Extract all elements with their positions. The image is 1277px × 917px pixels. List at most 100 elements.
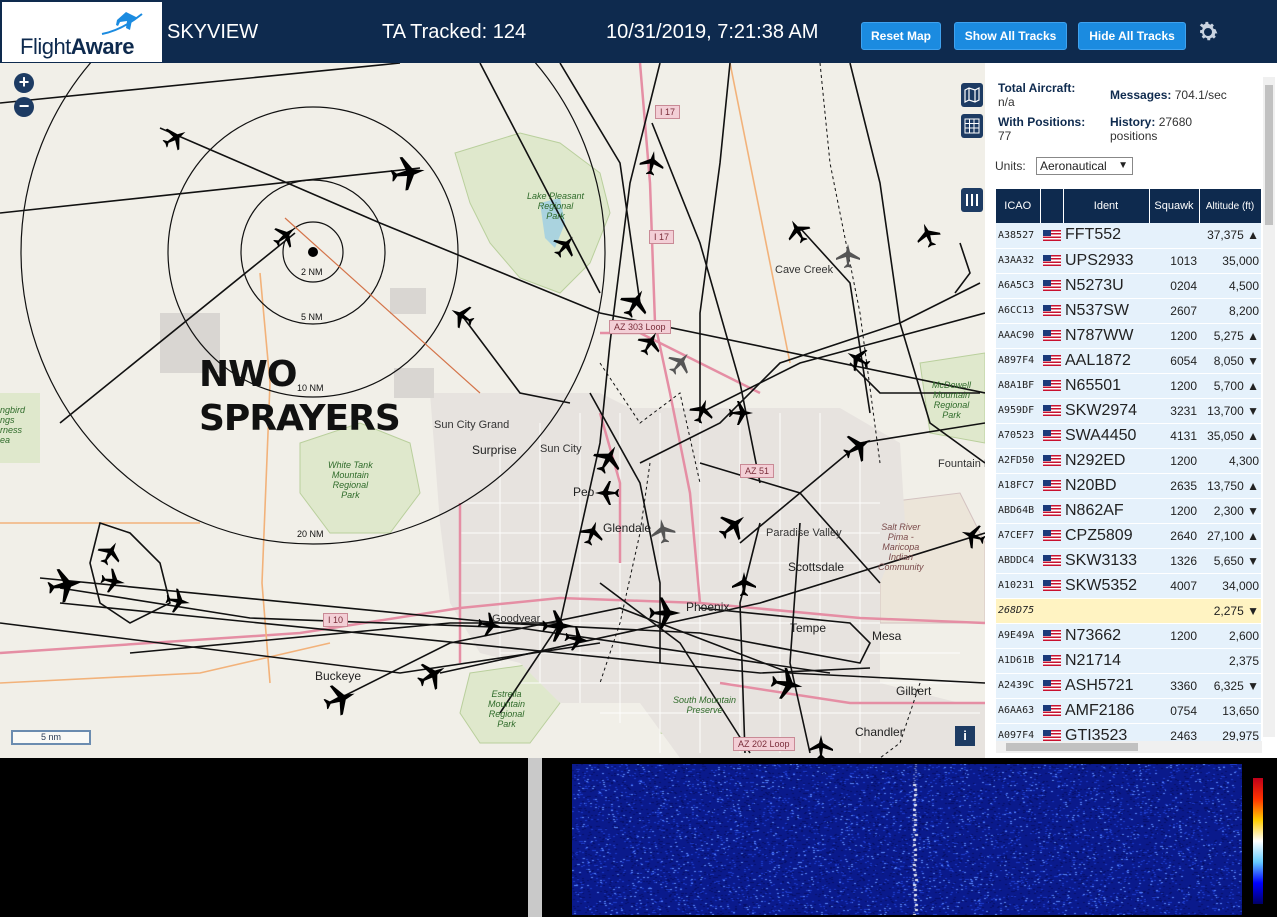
table-row[interactable]: A9E49A N73662 1200 2,600: [996, 623, 1261, 649]
aircraft-marker[interactable]: [588, 439, 628, 479]
table-horizontal-scrollbar[interactable]: [996, 741, 1262, 753]
table-row[interactable]: A2439C ASH5721 3360 6,325 ▼: [996, 673, 1261, 699]
table-row[interactable]: A1D61B N21714 2,375: [996, 648, 1261, 674]
aircraft-marker[interactable]: [836, 244, 860, 268]
row-icao: A6A5C3: [996, 273, 1040, 299]
row-icao: A8A1BF: [996, 373, 1040, 399]
columns-toggle-icon[interactable]: [961, 188, 983, 212]
units-select[interactable]: Aeronautical ▼: [1036, 157, 1133, 175]
flightaware-logo[interactable]: FlightAware: [2, 2, 162, 62]
aircraft-marker[interactable]: [320, 679, 360, 719]
aircraft-marker[interactable]: [576, 517, 608, 549]
aircraft-marker[interactable]: [563, 625, 591, 653]
col-header-icao[interactable]: ICAO: [996, 189, 1041, 223]
row-icao: A38527: [996, 223, 1040, 249]
table-row[interactable]: A6A5C3 N5273U 0204 4,500: [996, 273, 1261, 299]
gear-icon[interactable]: [1196, 20, 1220, 44]
aircraft-marker[interactable]: [686, 395, 718, 427]
aircraft-marker[interactable]: [412, 655, 452, 695]
scrollbar-thumb[interactable]: [1006, 743, 1138, 751]
row-ident: N5273U: [1063, 273, 1149, 299]
col-header-squawk[interactable]: Squawk: [1149, 189, 1200, 223]
table-row[interactable]: ABDDC4 SKW3133 1326 5,650 ▼: [996, 548, 1261, 574]
bottom-left-panel: [0, 758, 528, 917]
aircraft-marker[interactable]: [712, 505, 754, 547]
row-altitude: 35,000: [1199, 248, 1261, 274]
aircraft-marker[interactable]: [268, 219, 302, 253]
show-all-tracks-button[interactable]: Show All Tracks: [954, 22, 1067, 50]
zoom-in-button[interactable]: +: [14, 73, 34, 93]
us-flag-icon: [1042, 405, 1061, 417]
us-flag-icon: [1042, 580, 1061, 592]
hide-all-tracks-button[interactable]: Hide All Tracks: [1078, 22, 1186, 50]
reset-map-button[interactable]: Reset Map: [861, 22, 941, 50]
col-header-ident[interactable]: Ident: [1063, 189, 1150, 223]
aircraft-marker[interactable]: [158, 121, 192, 155]
waterfall-colorbar: [1253, 778, 1263, 904]
aircraft-marker[interactable]: [912, 219, 944, 251]
table-row[interactable]: A10231 SKW5352 4007 34,000: [996, 573, 1261, 599]
row-flag: [1040, 598, 1063, 624]
row-flag: [1040, 398, 1063, 424]
aircraft-marker[interactable]: [633, 326, 667, 360]
table-row[interactable]: A18FC7 N20BD 2635 13,750 ▲: [996, 473, 1261, 499]
aircraft-marker[interactable]: [768, 665, 806, 703]
us-flag-icon: [1042, 355, 1061, 367]
aircraft-marker[interactable]: [445, 299, 479, 333]
grid-toggle-icon[interactable]: [961, 114, 983, 138]
aircraft-marker[interactable]: [476, 611, 504, 639]
aircraft-marker[interactable]: [781, 214, 815, 248]
datetime-clock: 10/31/2019, 7:21:38 AM: [606, 21, 819, 43]
panel-divider[interactable]: [528, 758, 542, 917]
top-header: FlightAware SKYVIEW TA Tracked: 124 10/3…: [0, 0, 1277, 63]
table-row[interactable]: A6AA63 AMF2186 0754 13,650: [996, 698, 1261, 724]
zoom-out-button[interactable]: −: [14, 97, 34, 117]
table-row[interactable]: A38527 FFT552 37,375 ▲: [996, 223, 1261, 249]
panel-vertical-scrollbar[interactable]: [1263, 77, 1275, 737]
table-row[interactable]: AAAC90 N787WW 1200 5,275 ▲: [996, 323, 1261, 349]
info-icon[interactable]: i: [955, 726, 975, 746]
table-row[interactable]: A70523 SWA4450 4131 35,050 ▲: [996, 423, 1261, 449]
table-row[interactable]: A8A1BF N65501 1200 5,700 ▲: [996, 373, 1261, 399]
table-row[interactable]: 268D75 2,275 ▼: [996, 598, 1261, 624]
aircraft-marker[interactable]: [663, 346, 697, 380]
table-row[interactable]: A2FD50 N292ED 1200 4,300: [996, 448, 1261, 474]
aircraft-marker[interactable]: [729, 401, 753, 425]
basemap-toggle-icon[interactable]: [961, 83, 983, 107]
col-header-altitude[interactable]: Altitude (ft): [1199, 189, 1262, 223]
aircraft-marker[interactable]: [809, 735, 833, 758]
row-squawk: 4007: [1149, 573, 1199, 599]
tracked-count: TA Tracked: 124: [382, 21, 527, 43]
row-icao: A959DF: [996, 398, 1040, 424]
table-row[interactable]: A6CC13 N537SW 2607 8,200: [996, 298, 1261, 324]
col-header-flag[interactable]: [1040, 189, 1064, 223]
table-row[interactable]: A097F4 GTI3523 2463 29,975: [996, 723, 1261, 741]
row-ident: GTI3523: [1063, 723, 1149, 741]
scrollbar-thumb[interactable]: [1265, 85, 1273, 225]
aircraft-marker[interactable]: [615, 283, 655, 323]
aircraft-marker[interactable]: [638, 149, 666, 177]
aircraft-marker[interactable]: [732, 572, 756, 596]
map-view[interactable]: Cave Creek Sun City Grand Surprise Sun C…: [0, 63, 985, 758]
aircraft-marker[interactable]: [649, 597, 681, 629]
aircraft-marker[interactable]: [93, 536, 127, 570]
aircraft-marker[interactable]: [164, 587, 192, 615]
aircraft-marker[interactable]: [838, 427, 878, 467]
row-ident: SWA4450: [1063, 423, 1149, 449]
aircraft-table-container[interactable]: ICAO Ident Squawk Altitude (ft) A38527 FF…: [996, 189, 1262, 741]
aircraft-marker[interactable]: [99, 567, 127, 595]
aircraft-marker[interactable]: [45, 565, 85, 605]
row-squawk: [1149, 223, 1199, 249]
aircraft-marker[interactable]: [649, 517, 677, 545]
aircraft-marker[interactable]: [957, 520, 985, 552]
aircraft-marker[interactable]: [548, 229, 582, 263]
messages-value: 704.1/sec: [1174, 88, 1227, 102]
aircraft-marker[interactable]: [388, 153, 428, 193]
aircraft-marker[interactable]: [841, 342, 875, 376]
table-row[interactable]: A3AA32 UPS2933 1013 35,000: [996, 248, 1261, 274]
table-row[interactable]: ABD64B N862AF 1200 2,300 ▼: [996, 498, 1261, 524]
table-row[interactable]: A897F4 AAL1872 6054 8,050 ▼: [996, 348, 1261, 374]
table-row[interactable]: A7CEF7 CPZ5809 2640 27,100 ▲: [996, 523, 1261, 549]
table-row[interactable]: A959DF SKW2974 3231 13,700 ▼: [996, 398, 1261, 424]
aircraft-marker[interactable]: [595, 481, 619, 505]
